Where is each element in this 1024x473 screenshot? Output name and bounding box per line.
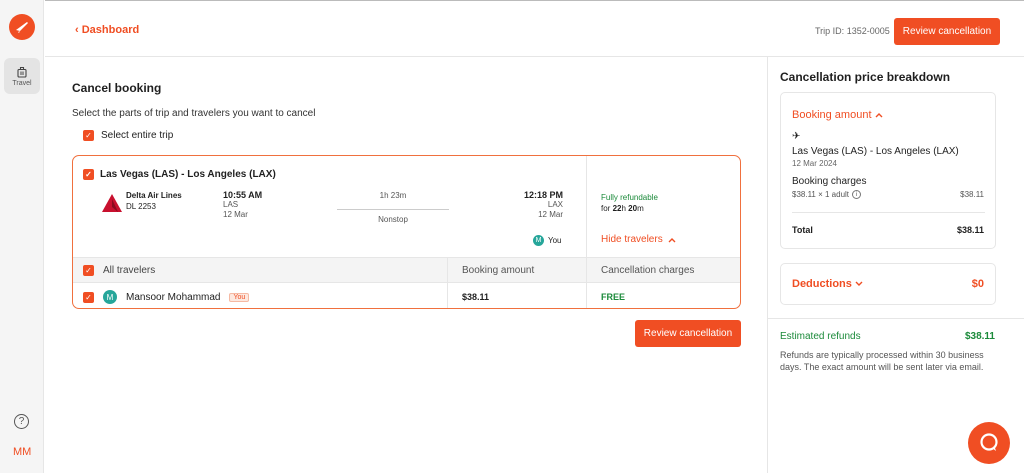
duration-value: 1h 23m (379, 191, 407, 200)
user-initials[interactable]: MM (13, 446, 31, 458)
header-cancellation-charges: Cancellation charges (586, 258, 694, 282)
divider (586, 156, 587, 257)
departure-code: LAS (223, 200, 239, 209)
refund-window: for 22h 20m (601, 203, 658, 214)
traveler-you-tag: M You (533, 235, 562, 246)
refund-info: Fully refundable for 22h 20m (601, 192, 658, 214)
chat-button[interactable] (968, 422, 1010, 464)
deductions-value: $0 (971, 278, 984, 290)
refund-minutes: 20 (628, 204, 638, 213)
airline-info: Delta Air Lines DL 2253 (126, 190, 182, 212)
stops: Nonstop (378, 215, 408, 224)
booking-amount-value: $38.11 (447, 283, 489, 308)
avatar: M (103, 290, 117, 304)
hide-travelers-toggle[interactable]: Hide travelers (601, 234, 676, 245)
flight-number: DL 2253 (126, 202, 156, 211)
divider (768, 318, 1024, 319)
checkbox-checked-icon[interactable]: ✓ (83, 291, 94, 303)
select-entire-trip-label: Select entire trip (101, 130, 174, 141)
total-label: Total (792, 225, 813, 235)
route-label: Las Vegas (LAS) - Los Angeles (LAX) (100, 169, 276, 180)
chevron-up-icon (875, 113, 882, 118)
checkbox-checked-icon[interactable]: ✓ (83, 130, 94, 141)
delta-logo-icon (102, 194, 122, 212)
booking-charges-label: Booking charges (792, 176, 867, 187)
arrival-date: 12 Mar (538, 210, 563, 219)
table-row: ✓ M Mansoor Mohammad You $38.11 FREE (73, 283, 740, 308)
select-entire-trip[interactable]: ✓ Select entire trip (83, 130, 173, 141)
back-to-dashboard-link[interactable]: ‹ Dashboard (75, 24, 139, 36)
booking-amount-toggle[interactable]: Booking amount (792, 109, 883, 121)
booking-charges-value: $38.11 (960, 190, 984, 199)
deductions-toggle[interactable]: Deductions (792, 278, 863, 290)
departure-time: 10:55 AM (223, 190, 263, 200)
arrival-code: LAX (547, 200, 563, 209)
estimated-refunds-value: $38.11 (964, 331, 995, 342)
header-all-travelers: All travelers (103, 265, 156, 276)
info-icon[interactable]: i (852, 190, 862, 199)
all-travelers-header[interactable]: ✓ All travelers (83, 265, 155, 276)
duration: 1h 23m Nonstop (333, 191, 453, 224)
breakdown-route: Las Vegas (LAS) - Los Angeles (LAX) (792, 146, 959, 157)
traveler-name: Mansoor Mohammad (126, 291, 221, 303)
chat-bubble-icon (980, 433, 998, 451)
you-label: You (548, 236, 562, 245)
you-badge: You (229, 292, 250, 302)
suitcase-icon (17, 66, 27, 78)
refund-minutes-unit: m (637, 204, 644, 213)
calc-text: $38.11 × 1 adult (792, 190, 850, 199)
booking-charges-calc: $38.11 × 1 adult i (792, 190, 862, 199)
brand-logo[interactable] (9, 14, 35, 40)
trip-id-label: Trip ID: (815, 26, 845, 36)
deductions-label: Deductions (792, 278, 852, 290)
route-line (337, 209, 449, 210)
trip-id: Trip ID: 1352-0005 (815, 26, 890, 36)
traveler-cell[interactable]: ✓ M Mansoor Mohammad You (83, 290, 250, 304)
chevron-down-icon (855, 281, 863, 286)
price-breakdown-panel: Cancellation price breakdown Booking amo… (767, 57, 1024, 473)
page-title: Cancel booking (72, 81, 162, 95)
refund-hours-unit: h (621, 204, 626, 213)
chevron-up-icon (668, 237, 676, 242)
arrival-time: 12:18 PM (523, 190, 563, 200)
top-bar: ‹ Dashboard Trip ID: 1352-0005 Review ca… (45, 0, 1024, 57)
avatar: M (533, 235, 544, 246)
travelers-table-header: ✓ All travelers Booking amount Cancellat… (73, 257, 740, 283)
left-rail: Travel ? MM (0, 0, 44, 473)
booking-amount-label: Booking amount (792, 109, 872, 121)
breakdown-title: Cancellation price breakdown (780, 70, 951, 84)
header-booking-amount: Booking amount (447, 258, 534, 282)
refund-note: Refunds are typically processed within 3… (780, 350, 984, 372)
total-value: $38.11 (956, 225, 984, 235)
page-subtitle: Select the parts of trip and travelers y… (72, 108, 316, 119)
hide-travelers-label: Hide travelers (601, 234, 663, 245)
help-icon[interactable]: ? (14, 414, 29, 429)
refund-status: Fully refundable (601, 193, 658, 202)
departure: 10:55 AM LAS 12 Mar (223, 190, 262, 220)
rail-item-travel[interactable]: Travel (4, 58, 40, 94)
departure-date: 12 Mar (223, 210, 248, 219)
review-cancellation-button[interactable]: Review cancellation (635, 320, 741, 347)
airline-name: Delta Air Lines (126, 191, 182, 200)
deductions-box: Deductions $0 (780, 263, 996, 305)
breakdown-date: 12 Mar 2024 (792, 159, 837, 168)
trip-id-value: 1352-0005 (846, 26, 890, 36)
arrival: 12:18 PM LAX 12 Mar (503, 190, 563, 220)
booking-amount-box: Booking amount ✈ Las Vegas (LAS) - Los A… (780, 92, 996, 249)
chevron-left-icon: ‹ (75, 24, 79, 36)
estimated-refunds-label: Estimated refunds (780, 331, 861, 342)
flight-card: ✓ Las Vegas (LAS) - Los Angeles (LAX) De… (72, 155, 741, 309)
cancellation-charges-value: FREE (586, 283, 625, 308)
rail-item-label: Travel (12, 79, 32, 87)
refund-for: for (601, 204, 611, 213)
review-cancellation-top-button[interactable]: Review cancellation (894, 18, 1000, 45)
checkbox-checked-icon[interactable]: ✓ (83, 265, 94, 276)
checkbox-checked-icon[interactable]: ✓ (83, 169, 94, 180)
divider (792, 212, 985, 213)
flight-route[interactable]: ✓ Las Vegas (LAS) - Los Angeles (LAX) (83, 169, 276, 180)
back-label: Dashboard (81, 24, 140, 36)
plane-logo-icon (16, 22, 28, 33)
plane-icon: ✈ (792, 131, 801, 142)
